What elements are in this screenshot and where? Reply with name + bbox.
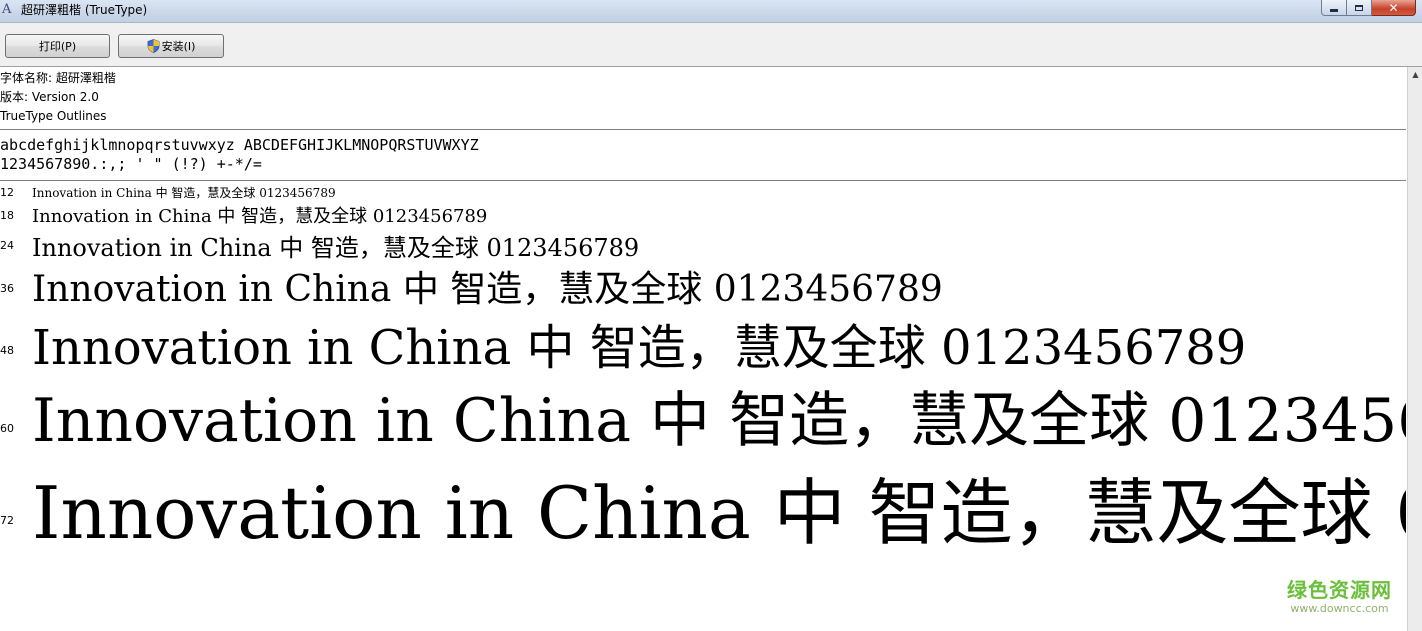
watermark-cn: 绿色资源网: [1287, 578, 1392, 602]
sample-text: Innovation in China 中 智造，慧及全球 0123456789: [32, 471, 1406, 555]
font-info: 字体名称: 超研澤粗楷 版本: Version 2.0 TrueType Out…: [0, 69, 116, 126]
sample-text: Innovation in China 中 智造，慧及全球 0123456789: [32, 206, 488, 227]
character-set-preview: abcdefghijklmnopqrstuvwxyz ABCDEFGHIJKLM…: [0, 136, 479, 174]
toolbar: 打印(P) 安装(I): [0, 23, 1422, 67]
size-label: 60: [0, 422, 14, 435]
minimize-icon: [1330, 8, 1338, 12]
size-label: 36: [0, 282, 14, 295]
shield-icon: [147, 39, 160, 53]
install-button-label: 安装(I): [161, 40, 196, 53]
size-label: 12: [0, 186, 14, 199]
close-button[interactable]: ✕: [1372, 0, 1416, 16]
charset-letters: abcdefghijklmnopqrstuvwxyz ABCDEFGHIJKLM…: [0, 136, 479, 154]
sample-text: Innovation in China 中 智造，慧及全球 0123456789: [32, 320, 1247, 376]
window-title: 超研澤粗楷 (TrueType): [21, 3, 148, 17]
sample-viewport: 12 Innovation in China 中 智造，慧及全球 0123456…: [0, 182, 1406, 631]
print-button-label: 打印(P): [38, 40, 77, 53]
maximize-button[interactable]: [1347, 0, 1372, 16]
close-icon: ✕: [1388, 0, 1399, 15]
version-line: 版本: Version 2.0: [0, 90, 99, 104]
title-bar[interactable]: A 超研澤粗楷 (TrueType) ✕: [0, 0, 1422, 23]
window-controls: ✕: [1321, 0, 1416, 17]
watermark-url: www.downcc.com: [1290, 602, 1389, 615]
size-label: 48: [0, 344, 14, 357]
install-button[interactable]: 安装(I): [118, 34, 224, 58]
maximize-icon: [1355, 4, 1363, 11]
outlines-line: TrueType Outlines: [0, 109, 107, 123]
font-name-line: 字体名称: 超研澤粗楷: [0, 71, 116, 85]
sample-text: Innovation in China 中 智造，慧及全球 0123456789: [32, 269, 943, 310]
print-button[interactable]: 打印(P): [5, 34, 110, 58]
divider-bottom: [0, 180, 1406, 181]
charset-symbols: 1234567890.:,; ' " (!?) +-*/=: [0, 155, 262, 173]
watermark: 绿色资源网 www.downcc.com: [1287, 578, 1392, 616]
minimize-button[interactable]: [1321, 0, 1347, 16]
sample-text: Innovation in China 中 智造，慧及全球 0123456789: [32, 186, 336, 200]
size-label: 24: [0, 239, 14, 252]
size-label: 18: [0, 209, 14, 222]
size-label: 72: [0, 514, 14, 527]
scroll-up-icon[interactable]: ▲: [1408, 67, 1422, 83]
vertical-scrollbar[interactable]: ▲: [1407, 67, 1422, 631]
divider-top: [0, 129, 1406, 130]
font-a-icon: A: [2, 2, 12, 17]
sample-text: Innovation in China 中 智造，慧及全球 0123456789: [32, 234, 640, 262]
sample-text: Innovation in China 中 智造，慧及全球 0123456789: [32, 386, 1406, 456]
